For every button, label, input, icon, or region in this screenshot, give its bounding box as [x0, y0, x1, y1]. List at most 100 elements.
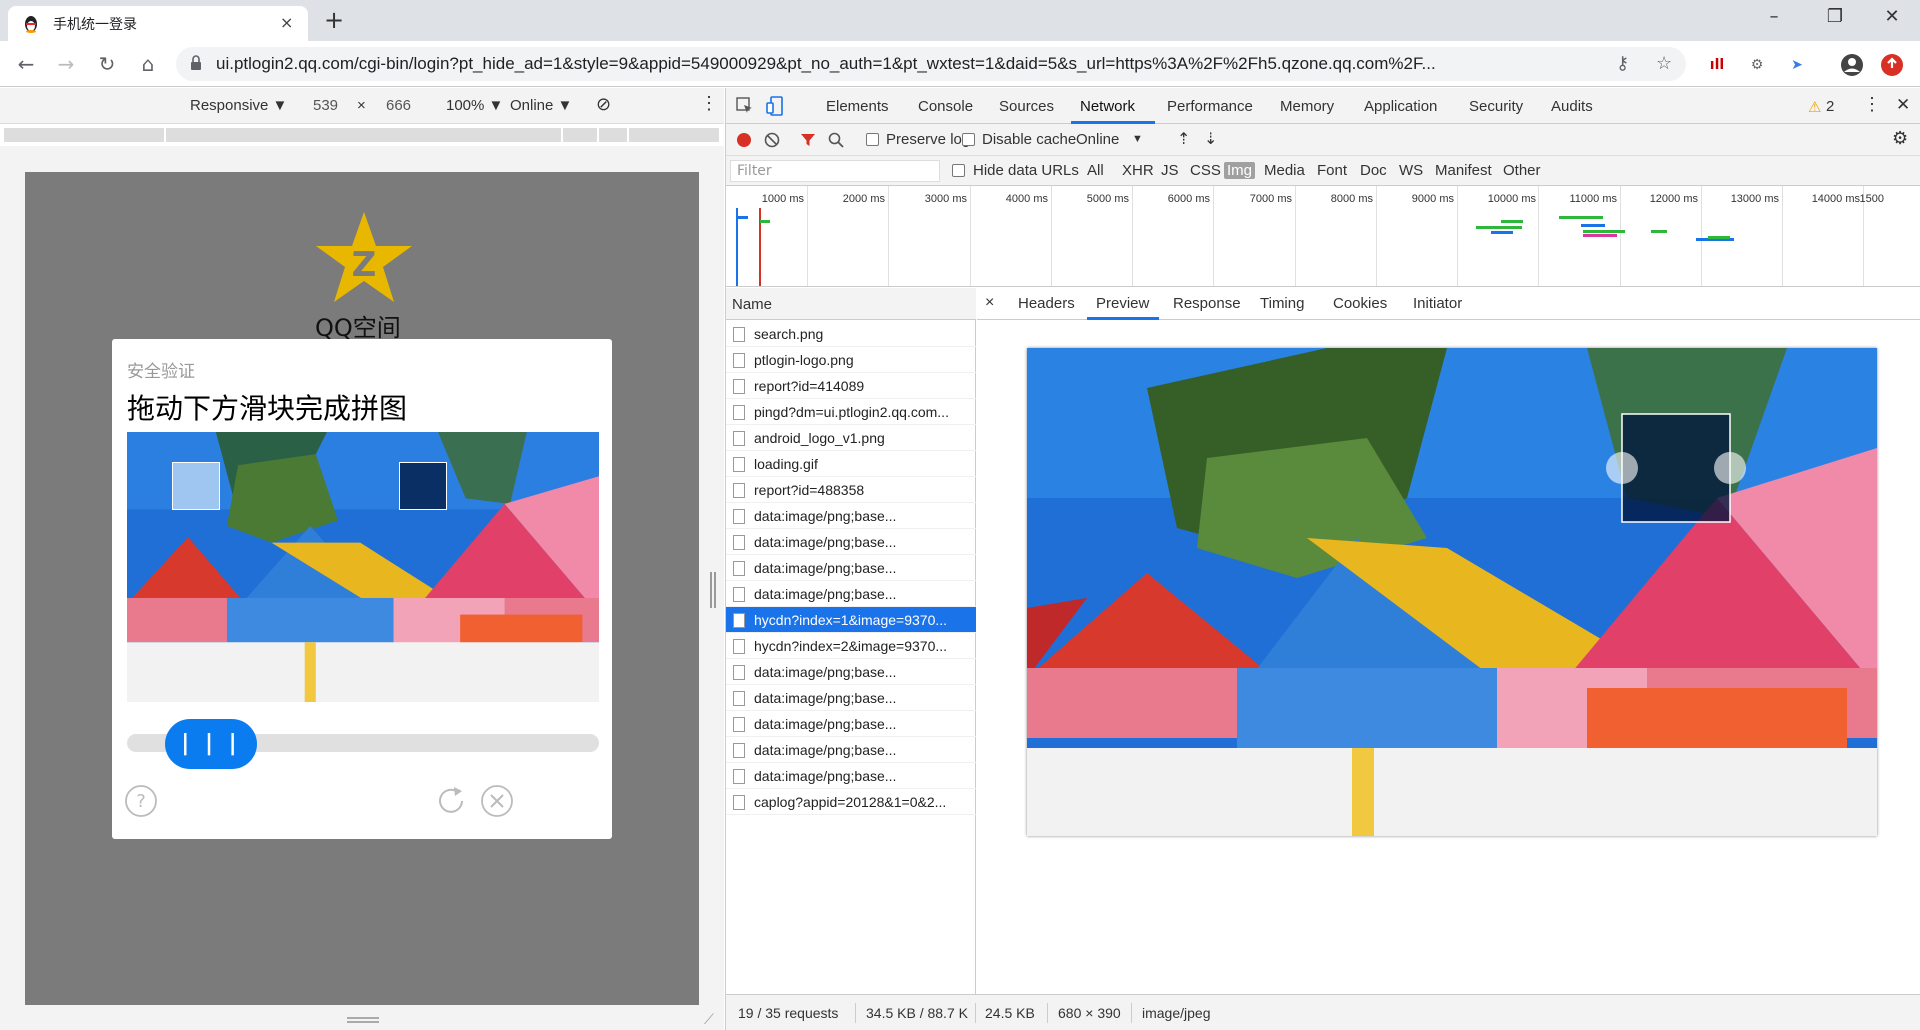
ruler-segment[interactable]: [4, 128, 164, 142]
address-bar[interactable]: ui.ptlogin2.qq.com/cgi-bin/login?pt_hide…: [176, 47, 1686, 81]
warning-icon[interactable]: ⚠: [1808, 98, 1821, 116]
ruler-segment[interactable]: [599, 128, 627, 142]
ruler-segment[interactable]: [629, 128, 719, 142]
tab-network[interactable]: Network: [1080, 98, 1135, 115]
update-icon[interactable]: [1880, 53, 1904, 77]
ruler-segment[interactable]: [563, 128, 597, 142]
request-row[interactable]: data:image/png;base...: [726, 763, 976, 789]
request-row[interactable]: android_logo_v1.png: [726, 425, 976, 451]
extension-icon[interactable]: ➤: [1786, 54, 1808, 76]
filter-type-css[interactable]: CSS: [1187, 162, 1224, 179]
maximize-button[interactable]: ❐: [1815, 6, 1855, 27]
hide-data-urls-checkbox[interactable]: [952, 164, 965, 177]
avatar-icon[interactable]: [1840, 53, 1864, 77]
search-icon[interactable]: [828, 132, 844, 148]
request-row[interactable]: hycdn?index=2&image=9370...: [726, 633, 976, 659]
tab-application[interactable]: Application: [1364, 98, 1437, 115]
tab-elements[interactable]: Elements: [826, 98, 889, 115]
import-har-icon[interactable]: ⇡: [1177, 129, 1190, 149]
warning-count[interactable]: 2: [1826, 98, 1834, 115]
filter-type-font[interactable]: Font: [1314, 162, 1350, 179]
inspect-element-icon[interactable]: [736, 97, 754, 115]
request-row[interactable]: data:image/png;base...: [726, 581, 976, 607]
tab-close-icon[interactable]: ×: [280, 13, 293, 32]
request-row[interactable]: hycdn?index=1&image=9370...: [726, 607, 976, 633]
device-resize-handle[interactable]: [347, 1017, 379, 1023]
network-select[interactable]: Online ▼: [510, 97, 572, 114]
rotate-icon[interactable]: ⊘: [596, 94, 611, 115]
device-mode-select[interactable]: Responsive ▼: [190, 97, 287, 114]
filter-type-img[interactable]: Img: [1224, 162, 1256, 179]
extension-icon[interactable]: ⚙: [1746, 54, 1768, 76]
more-options-icon[interactable]: ⋮: [700, 93, 718, 114]
throttling-select[interactable]: Online: [1076, 131, 1119, 148]
settings-gear-icon[interactable]: ⚙: [1892, 128, 1908, 149]
more-options-icon[interactable]: ⋮: [1863, 94, 1881, 115]
close-devtools-icon[interactable]: ✕: [1896, 95, 1910, 115]
browser-tab[interactable]: 手机统一登录 ×: [8, 6, 308, 41]
filter-type-other[interactable]: Other: [1500, 162, 1544, 179]
filter-type-doc[interactable]: Doc: [1357, 162, 1390, 179]
request-row[interactable]: ptlogin-logo.png: [726, 347, 976, 373]
request-row[interactable]: data:image/png;base...: [726, 685, 976, 711]
tab-headers[interactable]: Headers: [1018, 295, 1075, 312]
request-row[interactable]: data:image/png;base...: [726, 711, 976, 737]
tab-performance[interactable]: Performance: [1167, 98, 1253, 115]
minimize-button[interactable]: –: [1754, 6, 1794, 27]
device-toggle-icon[interactable]: [766, 96, 784, 116]
record-icon[interactable]: [736, 132, 752, 148]
tab-sources[interactable]: Sources: [999, 98, 1054, 115]
reload-icon[interactable]: ↻: [93, 50, 121, 78]
filter-input[interactable]: Filter: [730, 160, 940, 182]
request-row[interactable]: data:image/png;base...: [726, 503, 976, 529]
corner-resize-icon[interactable]: ⟋: [704, 1012, 714, 1028]
clear-icon[interactable]: [764, 132, 780, 148]
extension-icon[interactable]: ıll: [1706, 54, 1728, 76]
tab-timing[interactable]: Timing: [1260, 295, 1304, 312]
close-icon[interactable]: [480, 784, 514, 818]
close-detail-icon[interactable]: ×: [985, 294, 994, 312]
tab-console[interactable]: Console: [918, 98, 973, 115]
filter-type-all[interactable]: All: [1084, 162, 1107, 179]
request-row[interactable]: search.png: [726, 321, 976, 347]
forward-arrow-icon[interactable]: →: [52, 50, 80, 78]
filter-type-manifest[interactable]: Manifest: [1432, 162, 1495, 179]
star-icon[interactable]: ☆: [1656, 53, 1672, 74]
name-column-header[interactable]: Name: [726, 288, 976, 320]
new-tab-button[interactable]: +: [324, 6, 344, 34]
tab-audits[interactable]: Audits: [1551, 98, 1593, 115]
filter-type-js[interactable]: JS: [1158, 162, 1182, 179]
disable-cache-checkbox[interactable]: [962, 133, 975, 146]
export-har-icon[interactable]: ⇣: [1204, 129, 1217, 149]
filter-icon[interactable]: [800, 132, 816, 148]
chevron-down-icon[interactable]: ▼: [1132, 133, 1143, 145]
help-icon[interactable]: ?: [124, 784, 158, 818]
ruler-segment[interactable]: [166, 128, 561, 142]
request-row[interactable]: report?id=488358: [726, 477, 976, 503]
filter-type-xhr[interactable]: XHR: [1119, 162, 1157, 179]
request-row[interactable]: caplog?appid=20128&1=0&2...: [726, 789, 976, 815]
tab-cookies[interactable]: Cookies: [1333, 295, 1387, 312]
zoom-select[interactable]: 100% ▼: [446, 97, 503, 114]
request-row[interactable]: data:image/png;base...: [726, 555, 976, 581]
key-icon[interactable]: ⚷: [1616, 53, 1629, 74]
home-icon[interactable]: ⌂: [134, 50, 162, 78]
request-row[interactable]: loading.gif: [726, 451, 976, 477]
device-height-input[interactable]: 666: [378, 94, 442, 118]
puzzle-piece[interactable]: [172, 462, 220, 510]
close-window-button[interactable]: ✕: [1872, 6, 1912, 27]
request-row[interactable]: data:image/png;base...: [726, 659, 976, 685]
request-row[interactable]: data:image/png;base...: [726, 529, 976, 555]
back-arrow-icon[interactable]: ←: [12, 50, 40, 78]
request-row[interactable]: pingd?dm=ui.ptlogin2.qq.com...: [726, 399, 976, 425]
filter-type-ws[interactable]: WS: [1396, 162, 1426, 179]
refresh-icon[interactable]: [434, 784, 468, 818]
filter-type-media[interactable]: Media: [1261, 162, 1308, 179]
request-row[interactable]: report?id=414089: [726, 373, 976, 399]
tab-security[interactable]: Security: [1469, 98, 1523, 115]
tab-initiator[interactable]: Initiator: [1413, 295, 1462, 312]
tab-memory[interactable]: Memory: [1280, 98, 1334, 115]
panel-split-handle[interactable]: [710, 572, 716, 608]
slider-handle[interactable]: | | |: [165, 719, 257, 769]
network-overview-timeline[interactable]: 1000 ms 2000 ms 3000 ms 4000 ms 5000 ms …: [726, 186, 1920, 287]
